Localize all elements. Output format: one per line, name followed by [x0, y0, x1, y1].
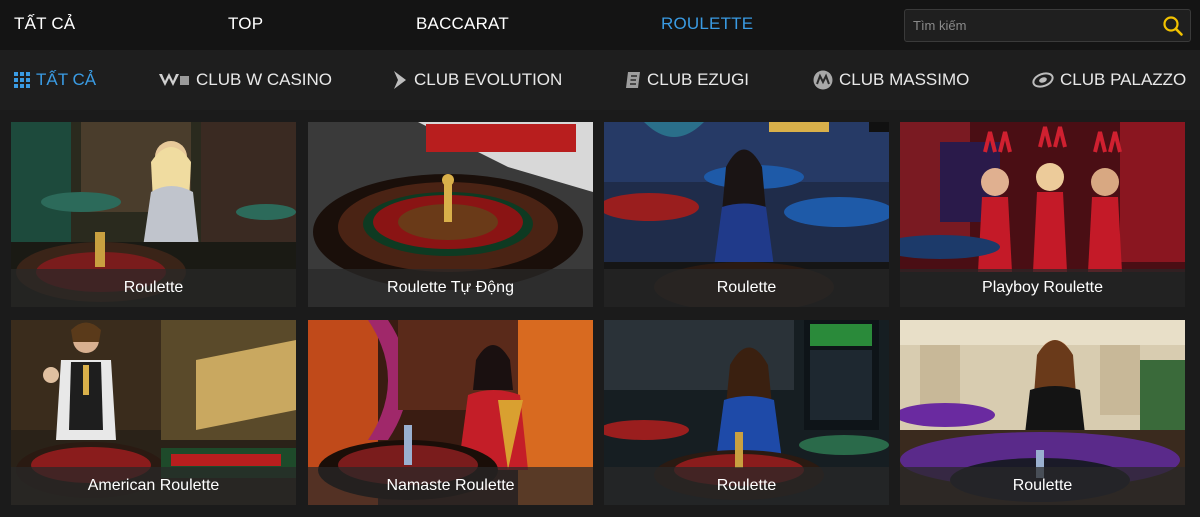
grid-icon	[14, 72, 30, 88]
provider-all[interactable]: TẤT CẢ	[14, 69, 96, 91]
game-title: Playboy Roulette	[900, 269, 1185, 307]
provider-palazzo[interactable]: CLUB PALAZZO	[1032, 69, 1186, 91]
game-card[interactable]: Namaste Roulette	[308, 320, 593, 505]
provider-filter-bar: TẤT CẢ CLUB W CASINO CLUB EVOLUTION CLUB…	[0, 50, 1200, 110]
game-card[interactable]: Roulette	[604, 122, 889, 307]
provider-label: CLUB EVOLUTION	[414, 70, 563, 89]
search-input[interactable]	[905, 10, 1155, 41]
search-icon[interactable]	[1162, 15, 1184, 37]
ezugi-logo-icon	[626, 72, 640, 88]
game-title: Roulette	[900, 467, 1185, 505]
game-title: Namaste Roulette	[308, 467, 593, 505]
game-title: Roulette	[604, 467, 889, 505]
tab-baccarat[interactable]: BACCARAT	[416, 14, 509, 34]
provider-ezugi[interactable]: CLUB EZUGI	[625, 69, 749, 91]
provider-label: CLUB W CASINO	[196, 70, 333, 89]
game-card[interactable]: Roulette	[604, 320, 889, 505]
tab-all[interactable]: TẤT CẢ	[14, 14, 75, 34]
game-title: American Roulette	[11, 467, 296, 505]
search-box	[904, 9, 1191, 42]
game-title: Roulette	[604, 269, 889, 307]
massimo-logo-icon	[813, 70, 833, 90]
provider-label: TẤT CẢ	[36, 70, 97, 89]
provider-label: CLUB EZUGI	[647, 70, 750, 89]
game-title: Roulette Tự Động	[308, 269, 593, 307]
tab-roulette[interactable]: ROULETTE	[661, 14, 753, 34]
game-card[interactable]: Roulette Tự Động	[308, 122, 593, 307]
game-title: Roulette	[11, 269, 296, 307]
game-card[interactable]: Playboy Roulette	[900, 122, 1185, 307]
provider-evolution[interactable]: CLUB EVOLUTION	[392, 69, 562, 91]
game-card[interactable]: Roulette	[11, 122, 296, 307]
game-card[interactable]: American Roulette	[11, 320, 296, 505]
top-navigation: TẤT CẢ TOP BACCARAT ROULETTE	[0, 0, 1200, 50]
provider-w-casino[interactable]: CLUB W CASINO	[158, 69, 332, 91]
w-casino-logo-icon	[159, 73, 189, 86]
provider-massimo[interactable]: CLUB MASSIMO	[813, 69, 969, 91]
evolution-logo-icon	[394, 71, 406, 89]
palazzo-logo-icon	[1032, 72, 1054, 88]
provider-label: CLUB MASSIMO	[839, 70, 970, 89]
tab-top[interactable]: TOP	[228, 14, 263, 34]
provider-label: CLUB PALAZZO	[1060, 70, 1187, 89]
game-card[interactable]: Roulette	[900, 320, 1185, 505]
